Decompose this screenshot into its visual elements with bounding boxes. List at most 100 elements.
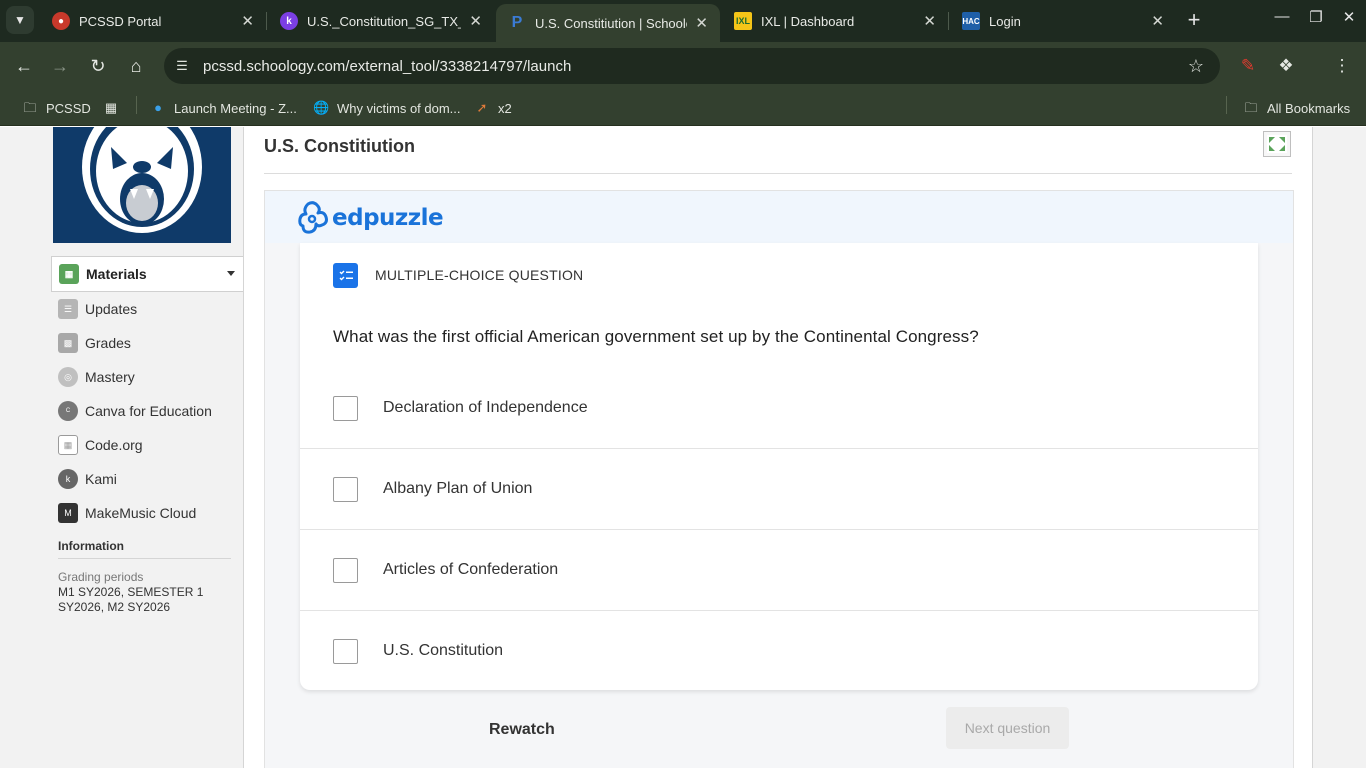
fullscreen-button[interactable]: [1263, 131, 1291, 157]
back-icon[interactable]: ←: [12, 54, 36, 78]
url-text[interactable]: pcssd.schoology.com/external_tool/333821…: [203, 58, 571, 75]
tab-title: U.S. Constitiution | Schoolo: [535, 15, 688, 31]
bookmark-x2[interactable]: ➚ x2: [474, 97, 512, 119]
schoology-page: ▦ Materials ☰ Updates ▩ Grades ◎ Mastery…: [0, 127, 1366, 768]
mastery-icon: ◎: [58, 367, 78, 387]
bookmark-separator: [136, 96, 137, 114]
next-question-button[interactable]: Next question: [946, 707, 1069, 749]
edpuzzle-frame: edpuzzle MULTIPLE-CHOICE QUESTION What w…: [264, 190, 1294, 768]
tab-pcssd-portal[interactable]: ● PCSSD Portal ✕: [40, 0, 266, 42]
question-type-label: MULTIPLE-CHOICE QUESTION: [375, 267, 584, 283]
question-text: What was the first official American gov…: [333, 327, 979, 346]
pcssd-portal-favicon-icon: ●: [52, 12, 70, 30]
multiple-choice-icon: [333, 263, 358, 288]
hac-favicon-icon: HAC: [962, 12, 980, 30]
answer-label: Declaration of Independence: [383, 399, 588, 416]
extensions-puzzle-icon[interactable]: ❖: [1274, 54, 1298, 78]
tab-title: IXL | Dashboard: [761, 13, 855, 29]
sidebar-item-materials[interactable]: ▦ Materials: [51, 256, 243, 292]
tab-separator: [266, 12, 267, 30]
sidebar-item-updates[interactable]: ☰ Updates: [51, 292, 243, 326]
sidebar-item-makemusic[interactable]: M MakeMusic Cloud: [51, 496, 243, 530]
tab-strip: ▼ ● PCSSD Portal ✕ k U.S._Constitution_S…: [0, 0, 1366, 42]
answer-option[interactable]: Albany Plan of Union: [300, 449, 1258, 530]
makemusic-icon: M: [58, 503, 78, 523]
tab-title: PCSSD Portal: [79, 13, 162, 29]
bookmark-star-icon[interactable]: ☆: [1188, 56, 1204, 77]
tab-ixl-dashboard[interactable]: IXL IXL | Dashboard ✕: [722, 0, 948, 42]
bookmark-folder-pcssd[interactable]: 🗀 PCSSD: [22, 97, 91, 119]
answer-option[interactable]: Articles of Confederation: [300, 530, 1258, 611]
answer-checkbox[interactable]: [333, 639, 358, 664]
answer-checkbox[interactable]: [333, 477, 358, 502]
grading-periods-label: Grading periods: [58, 570, 144, 584]
forward-icon[interactable]: →: [48, 54, 72, 78]
apps-grid-button[interactable]: ▦: [103, 97, 127, 119]
main-content: U.S. Constitiution edpuzzle MULTIPLE-CHO…: [243, 127, 1313, 768]
menu-dots-icon[interactable]: ⋮: [1330, 54, 1354, 78]
bookmark-label: All Bookmarks: [1267, 100, 1351, 116]
tab-title: Login: [989, 13, 1021, 29]
bookmarks-bar: 🗀 PCSSD ▦ ● Launch Meeting - Z... 🌐 Why …: [0, 90, 1366, 126]
grades-icon: ▩: [58, 333, 78, 353]
address-bar[interactable]: ☰ pcssd.schoology.com/external_tool/3338…: [164, 48, 1220, 84]
sidebar-item-label: Mastery: [85, 369, 135, 385]
code-org-icon: ▦: [58, 435, 78, 455]
sidebar-item-canva[interactable]: C Canva for Education: [51, 394, 243, 428]
expand-icon: [1267, 135, 1287, 153]
grading-periods-value: M1 SY2026, SEMESTER 1 SY2026, M2 SY2026: [58, 585, 204, 614]
course-nav: ▦ Materials ☰ Updates ▩ Grades ◎ Mastery…: [51, 256, 243, 530]
pen-extension-icon[interactable]: ✎: [1236, 54, 1260, 78]
restore-icon[interactable]: ❐: [1301, 8, 1331, 26]
all-bookmarks-button[interactable]: 🗀 All Bookmarks: [1243, 97, 1350, 119]
sidebar-item-label: Kami: [85, 471, 117, 487]
rewatch-button[interactable]: Rewatch: [489, 721, 555, 739]
answer-option[interactable]: U.S. Constitution: [300, 611, 1258, 692]
close-icon[interactable]: ✕: [241, 12, 254, 30]
sidebar-item-kami[interactable]: k Kami: [51, 462, 243, 496]
schoology-favicon-icon: P: [511, 14, 523, 31]
edpuzzle-logo: edpuzzle: [298, 201, 444, 235]
tab-schoology-active[interactable]: P U.S. Constitiution | Schoolo ✕: [496, 4, 720, 42]
caret-down-icon[interactable]: [227, 271, 235, 276]
new-tab-button[interactable]: +: [1182, 9, 1206, 33]
bookmark-label: PCSSD: [46, 100, 91, 116]
answer-checkbox[interactable]: [333, 558, 358, 583]
reload-icon[interactable]: ↻: [86, 54, 110, 78]
edpuzzle-wordmark: edpuzzle: [332, 205, 444, 231]
site-settings-icon[interactable]: ☰: [172, 56, 192, 76]
bookmark-launch-meeting[interactable]: ● Launch Meeting - Z...: [150, 97, 297, 119]
kami-icon: k: [58, 469, 78, 489]
page-title: U.S. Constitiution: [264, 136, 415, 156]
folder-icon: 🗀: [23, 100, 37, 115]
home-icon[interactable]: ⌂: [124, 54, 148, 78]
tab-us-constitution-sg[interactable]: k U.S._Constitution_SG_TX_F ✕: [268, 0, 494, 42]
course-sidebar: ▦ Materials ☰ Updates ▩ Grades ◎ Mastery…: [0, 127, 243, 768]
answer-option[interactable]: Declaration of Independence: [300, 368, 1258, 449]
close-icon[interactable]: ✕: [469, 12, 482, 30]
sidebar-item-mastery[interactable]: ◎ Mastery: [51, 360, 243, 394]
question-card: MULTIPLE-CHOICE QUESTION What was the fi…: [300, 243, 1258, 690]
tab-search-button[interactable]: ▼: [6, 6, 34, 34]
answer-label: Albany Plan of Union: [383, 480, 533, 497]
sidebar-item-code-org[interactable]: ▦ Code.org: [51, 428, 243, 462]
materials-icon: ▦: [59, 264, 79, 284]
canva-icon: C: [58, 401, 78, 421]
sidebar-item-label: Code.org: [85, 437, 143, 453]
close-icon[interactable]: ✕: [1151, 12, 1164, 30]
close-icon[interactable]: ✕: [923, 12, 936, 30]
x2-icon: ➚: [476, 100, 488, 115]
folder-icon: 🗀: [1244, 100, 1258, 115]
bookmark-label: x2: [498, 100, 512, 116]
sidebar-item-label: MakeMusic Cloud: [85, 505, 197, 521]
tab-login[interactable]: HAC Login ✕: [950, 0, 1176, 42]
minimize-icon[interactable]: —: [1267, 8, 1297, 25]
globe-icon: 🌐: [313, 100, 330, 115]
window-close-icon[interactable]: ✕: [1334, 8, 1364, 26]
sidebar-item-grades[interactable]: ▩ Grades: [51, 326, 243, 360]
answer-checkbox[interactable]: [333, 396, 358, 421]
answer-label: U.S. Constitution: [383, 642, 504, 659]
close-icon[interactable]: ✕: [695, 14, 708, 32]
bookmark-why-victims[interactable]: 🌐 Why victims of dom...: [313, 97, 461, 119]
apps-grid-icon: ▦: [104, 100, 118, 115]
